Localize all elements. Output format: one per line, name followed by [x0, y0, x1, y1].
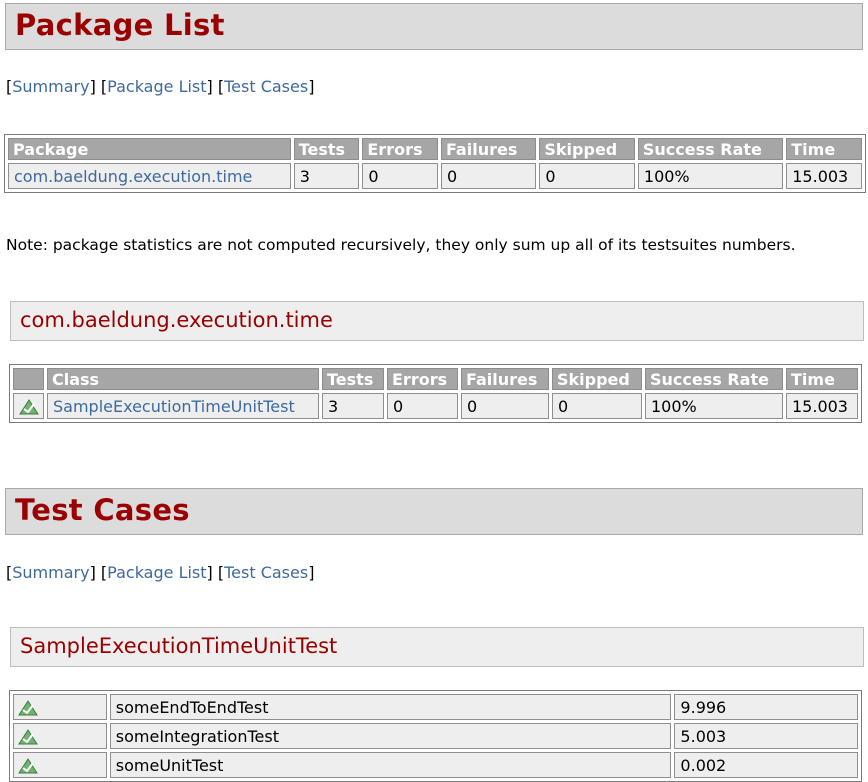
test-cases-title: Test Cases [15, 493, 190, 527]
test-name-cell: someUnitTest [110, 752, 672, 778]
test-time-cell: 5.003 [674, 723, 858, 749]
nav-link-package-list[interactable]: Package List [107, 77, 206, 96]
package-name-cell: com.baeldung.execution.time [8, 163, 291, 189]
col-header-tests: Tests [294, 138, 360, 160]
errors-cell: 0 [387, 393, 458, 419]
package-table-header-row: Package Tests Errors Failures Skipped Su… [8, 138, 862, 160]
nav-link-package-list[interactable]: Package List [107, 563, 206, 582]
pass-icon [19, 399, 39, 415]
class-name-cell: SampleExecutionTimeUnitTest [47, 393, 319, 419]
table-row: someEndToEndTest 9.996 [13, 694, 858, 720]
time-cell: 15.003 [786, 393, 858, 419]
col-header-success-rate: Success Rate [645, 368, 783, 390]
tests-cell: 3 [294, 163, 360, 189]
test-cases-header: Test Cases [5, 488, 863, 535]
nav-link-test-cases[interactable]: Test Cases [224, 77, 308, 96]
package-statistics-note: Note: package statistics are not compute… [6, 236, 796, 254]
package-table: Package Tests Errors Failures Skipped Su… [4, 134, 866, 193]
test-cases-table: someEndToEndTest 9.996 someIntegrationTe… [9, 690, 862, 782]
nav-link-summary[interactable]: Summary [12, 77, 89, 96]
class-table: Class Tests Errors Failures Skipped Succ… [9, 364, 862, 423]
class-link[interactable]: SampleExecutionTimeUnitTest [53, 397, 295, 416]
pass-icon [18, 700, 38, 716]
nav-link-test-cases[interactable]: Test Cases [224, 563, 308, 582]
skipped-cell: 0 [539, 163, 635, 189]
test-class-header: SampleExecutionTimeUnitTest [10, 627, 864, 667]
test-name-cell: someEndToEndTest [110, 694, 672, 720]
package-list-header: Package List [5, 3, 863, 50]
table-row: SampleExecutionTimeUnitTest 3 0 0 0 100%… [13, 393, 858, 419]
success-rate-cell: 100% [638, 163, 783, 189]
col-header-skipped: Skipped [539, 138, 635, 160]
status-cell [13, 752, 107, 778]
col-header-time: Time [786, 368, 858, 390]
status-cell [13, 393, 44, 419]
table-row: com.baeldung.execution.time 3 0 0 0 100%… [8, 163, 862, 189]
col-header-failures: Failures [441, 138, 536, 160]
col-header-time: Time [786, 138, 862, 160]
test-class-title: SampleExecutionTimeUnitTest [20, 634, 337, 658]
package-list-title: Package List [15, 8, 225, 42]
pass-icon [18, 729, 38, 745]
test-time-cell: 9.996 [674, 694, 858, 720]
package-section-title: com.baeldung.execution.time [20, 308, 333, 332]
skipped-cell: 0 [552, 393, 642, 419]
test-name-cell: someIntegrationTest [110, 723, 672, 749]
failures-cell: 0 [441, 163, 536, 189]
pass-icon [18, 758, 38, 774]
col-header-skipped: Skipped [552, 368, 642, 390]
table-row: someUnitTest 0.002 [13, 752, 858, 778]
status-cell [13, 723, 107, 749]
package-section-header: com.baeldung.execution.time [10, 301, 864, 341]
col-header-class: Class [47, 368, 319, 390]
nav-link-summary[interactable]: Summary [12, 563, 89, 582]
col-header-success-rate: Success Rate [638, 138, 783, 160]
col-header-status [13, 368, 44, 390]
col-header-failures: Failures [461, 368, 549, 390]
table-row: someIntegrationTest 5.003 [13, 723, 858, 749]
test-time-cell: 0.002 [674, 752, 858, 778]
nav-links: [Summary] [Package List] [Test Cases] [6, 563, 314, 582]
col-header-package: Package [8, 138, 291, 160]
nav-links: [Summary] [Package List] [Test Cases] [6, 77, 314, 96]
col-header-errors: Errors [387, 368, 458, 390]
failures-cell: 0 [461, 393, 549, 419]
class-table-header-row: Class Tests Errors Failures Skipped Succ… [13, 368, 858, 390]
col-header-errors: Errors [362, 138, 438, 160]
success-rate-cell: 100% [645, 393, 783, 419]
errors-cell: 0 [362, 163, 438, 189]
package-link[interactable]: com.baeldung.execution.time [14, 167, 252, 186]
col-header-tests: Tests [322, 368, 384, 390]
status-cell [13, 694, 107, 720]
time-cell: 15.003 [786, 163, 862, 189]
tests-cell: 3 [322, 393, 384, 419]
